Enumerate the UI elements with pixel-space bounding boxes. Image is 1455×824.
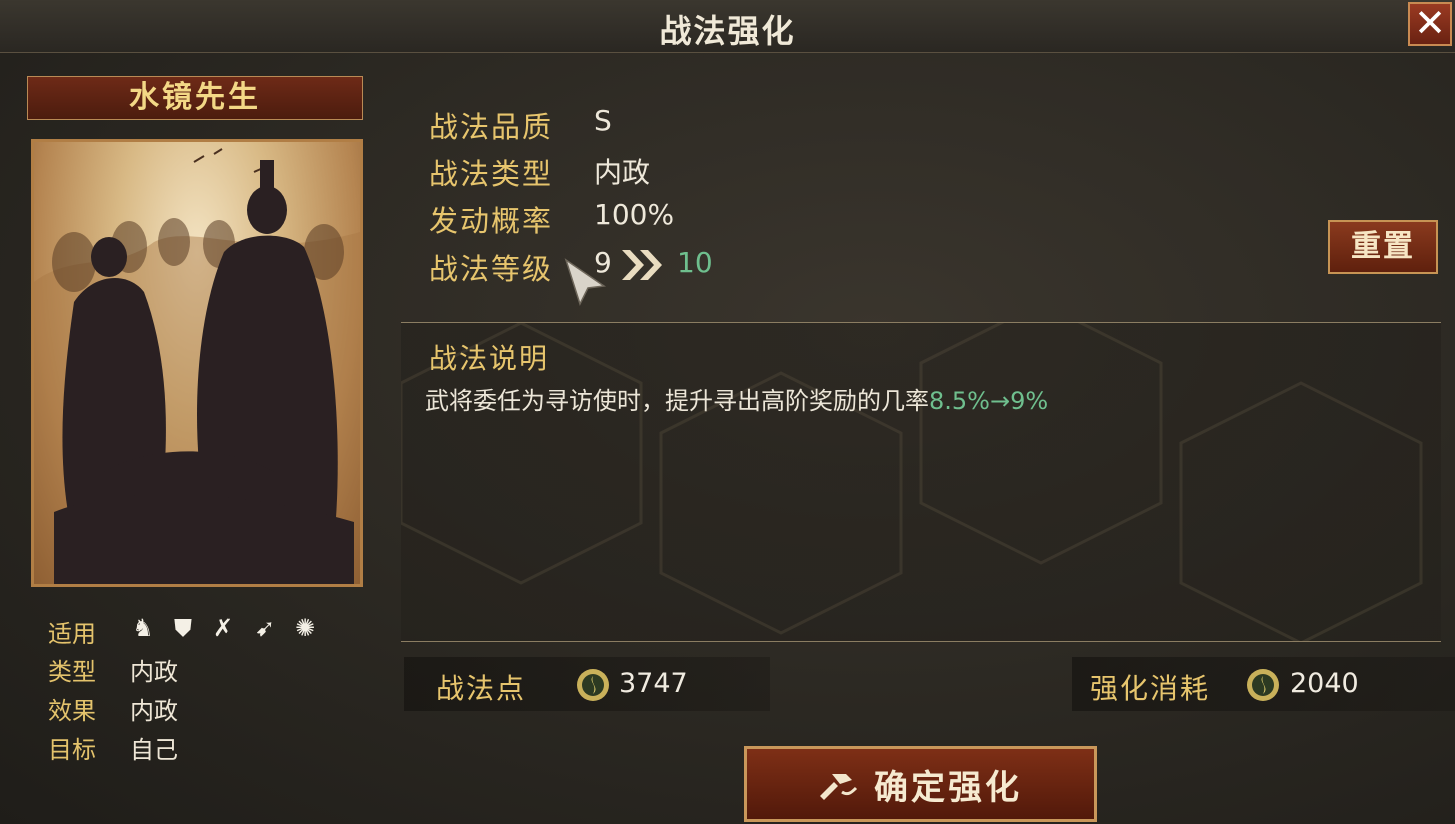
description-body: 武将委任为寻访使时，提升寻出高阶奖励的几率	[425, 387, 929, 415]
quality-value: S	[594, 104, 612, 137]
applies-label: 适用	[48, 620, 96, 648]
description-value-change: 8.5%→9%	[929, 387, 1049, 415]
page-title: 战法强化	[659, 12, 796, 50]
target-value: 自己	[130, 736, 178, 764]
general-name-plate: 水镜先生	[27, 76, 363, 120]
quality-label: 战法品质	[429, 110, 554, 144]
description-title: 战法说明	[429, 342, 550, 375]
type-label: 类型	[48, 658, 96, 686]
upgrade-cost-label: 强化消耗	[1090, 672, 1211, 705]
level-next: 10	[677, 246, 713, 279]
target-label: 目标	[48, 736, 96, 764]
category-value: 内政	[594, 156, 651, 189]
close-button[interactable]: ✕	[1408, 2, 1452, 46]
cost-coin-icon	[1247, 669, 1279, 701]
description-text: 武将委任为寻访使时，提升寻出高阶奖励的几率8.5%→9%	[425, 381, 1048, 416]
description-panel: 战法说明 武将委任为寻访使时，提升寻出高阶奖励的几率8.5%→9%	[401, 322, 1441, 642]
tactic-points-value: 3747	[619, 668, 688, 699]
tactic-point-coin-icon	[577, 669, 609, 701]
mouse-cursor-icon	[564, 258, 607, 306]
wheel-icon: ✺	[294, 614, 316, 642]
close-icon: ✕	[1414, 1, 1446, 45]
hammer-icon	[820, 774, 858, 800]
shield-icon: ⛊	[174, 614, 192, 642]
level-label: 战法等级	[429, 252, 554, 286]
upgrade-cost-value: 2040	[1290, 668, 1359, 699]
rate-value: 100%	[594, 198, 675, 231]
spear-icon: ➹	[254, 614, 276, 642]
confirm-upgrade-label: 确定强化	[874, 768, 1022, 808]
tactic-points-label: 战法点	[436, 672, 527, 705]
double-chevron-icon	[622, 250, 662, 280]
category-label: 战法类型	[429, 157, 554, 191]
rate-label: 发动概率	[429, 204, 554, 238]
reset-button[interactable]: 重置	[1328, 220, 1438, 274]
type-value: 内政	[130, 658, 178, 686]
effect-value: 内政	[130, 697, 178, 725]
crossed-bows-icon: ✗	[212, 614, 234, 642]
cavalry-icon: ♞	[132, 614, 154, 642]
effect-label: 效果	[48, 697, 96, 725]
general-portrait	[31, 139, 363, 587]
